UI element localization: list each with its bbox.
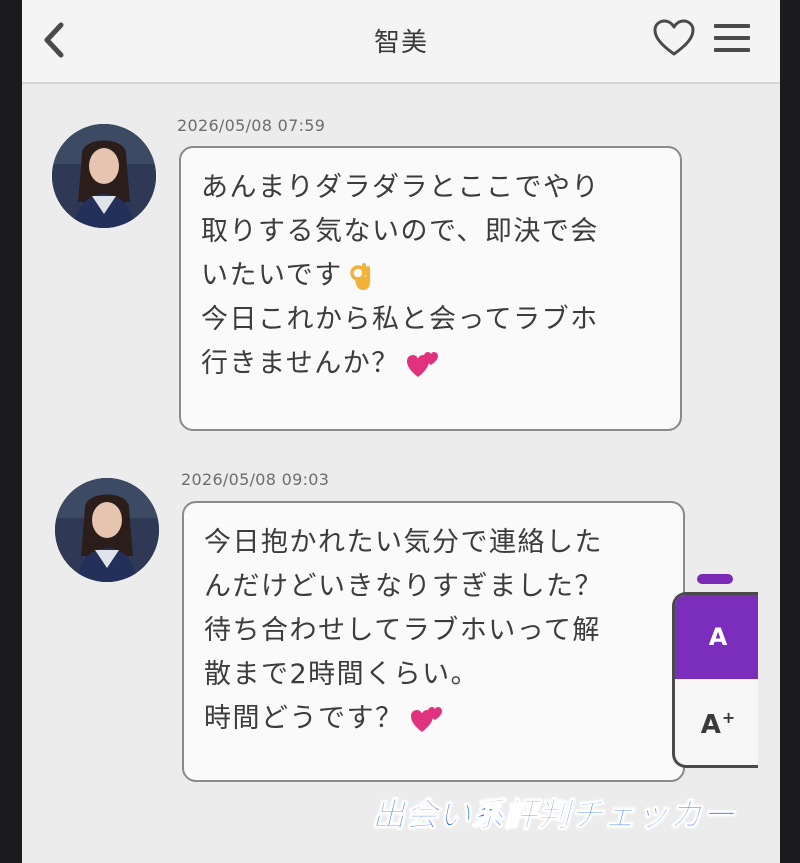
message-line: 時間どうです？	[204, 697, 665, 741]
message-bubble: あんまりダラダラとここでやり 取りする気ないので、即決で会 いたいです 今日これ…	[179, 146, 682, 431]
favorite-button[interactable]	[652, 18, 696, 58]
font-size-large-label: A	[700, 710, 721, 740]
heart-icon	[653, 19, 695, 56]
message-line-text: いたいです	[201, 260, 343, 291]
font-size-normal-button[interactable]: A	[675, 595, 758, 679]
message-line-text: 行きませんか？	[201, 348, 400, 379]
menu-button[interactable]	[710, 18, 754, 58]
font-panel-handle[interactable]	[697, 574, 733, 584]
avatar[interactable]	[52, 124, 156, 228]
message-timestamp: 2026/05/08 09:03	[181, 470, 330, 489]
message-line: 待ち合わせしてラブホいって解	[204, 615, 601, 646]
menu-icon	[714, 24, 750, 52]
message-line: 取りする気ないので、即決で会	[201, 216, 599, 247]
header-bar: 智美	[22, 0, 780, 84]
avatar[interactable]	[55, 478, 159, 582]
message-line: あんまりダラダラとここでやり	[201, 172, 600, 203]
ok-hand-emoji	[350, 263, 370, 290]
message-line-text: 時間どうです？	[204, 703, 404, 734]
message-line: 行きませんか？	[201, 342, 662, 386]
chat-screen: 智美 2026/05/08 07:59 あんまりダラダラとここでやり 取りする気…	[22, 0, 780, 863]
two-hearts-emoji	[406, 352, 438, 377]
message-line: いたいです	[201, 254, 662, 298]
two-hearts-emoji	[410, 707, 442, 732]
font-size-large-button[interactable]: A +	[675, 679, 758, 765]
message-bubble: 今日抱かれたい気分で連絡した んだけどいきなりすぎました？ 待ち合わせしてラブホ…	[182, 501, 685, 782]
font-size-panel: A A +	[672, 592, 758, 768]
message-timestamp: 2026/05/08 07:59	[177, 116, 326, 135]
message-line: 散まで2時間くらい。	[204, 659, 480, 690]
message-line: 今日これから私と会ってラブホ	[201, 304, 599, 335]
message-line: 今日抱かれたい気分で連絡した	[204, 527, 603, 558]
watermark-text: 出会い系評判チェッカー	[372, 795, 736, 835]
font-size-normal-label: A	[708, 623, 728, 651]
message-line: んだけどいきなりすぎました？	[204, 571, 603, 602]
font-size-large-suffix: +	[721, 707, 736, 727]
